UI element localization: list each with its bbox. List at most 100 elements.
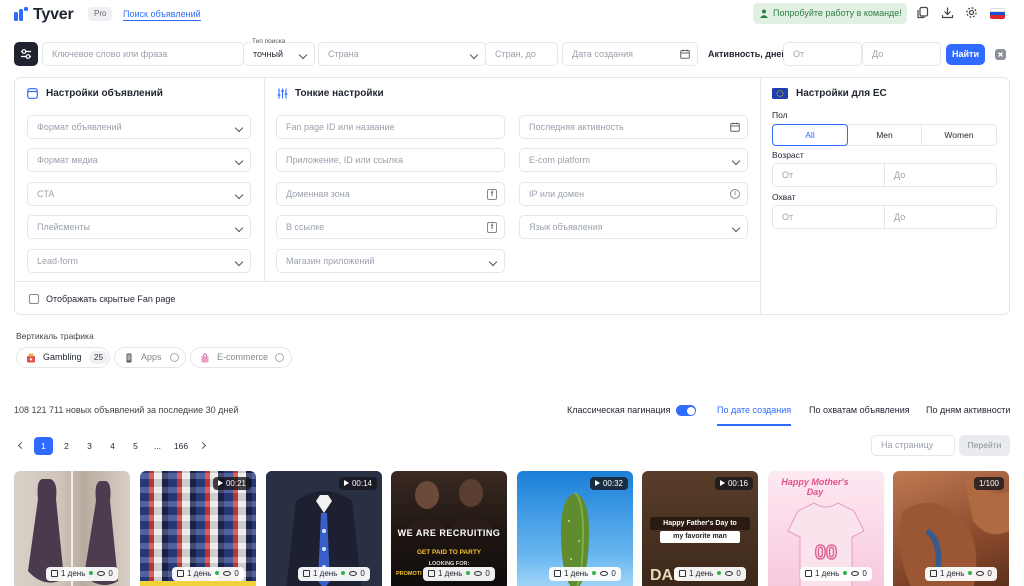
logo-icon	[14, 7, 28, 21]
ad-card-age: 1 день	[61, 569, 86, 578]
show-hidden-fanpage-label: Отображать скрытые Fan page	[46, 294, 176, 304]
lead-form-select[interactable]: Lead-form	[27, 249, 251, 273]
language-flag-icon[interactable]	[990, 8, 1005, 19]
show-hidden-fanpage-checkbox[interactable]	[29, 294, 39, 304]
chevron-down-icon	[234, 257, 244, 267]
media-format-select[interactable]: Формат медиа	[27, 148, 251, 172]
ad-card[interactable]: 00:21 1 день 0	[140, 471, 256, 586]
ad-card[interactable]: Happy Father's Day to my favorite man DA…	[642, 471, 758, 586]
try-team-button[interactable]: Попробуйте работу в команде!	[753, 3, 907, 24]
created-date-placeholder: Дата создания	[572, 49, 633, 59]
svg-text:00: 00	[815, 542, 837, 564]
calendar-icon	[177, 570, 184, 577]
download-icon[interactable]	[941, 6, 954, 19]
active-status-dot	[592, 571, 597, 575]
ad-card[interactable]: WE ARE RECRUITING GET PAID TO PARTY LOOK…	[391, 471, 507, 586]
copy-icon[interactable]	[916, 6, 929, 19]
last-activity-input[interactable]: Последняя активность	[519, 115, 748, 139]
sort-tab-reach[interactable]: По охватам объявления	[809, 405, 910, 415]
close-icon	[998, 52, 1003, 57]
nav-ad-search-link[interactable]: Поиск объявлений	[123, 9, 201, 21]
plan-badge: Pro	[88, 7, 113, 21]
ad-card-meta: 1 день 0	[423, 567, 495, 581]
ad-language-label: Язык объявления	[529, 222, 603, 232]
activity-from-input[interactable]: От	[783, 42, 862, 66]
eye-icon	[725, 571, 734, 576]
ad-card[interactable]: CLASSIC 00:14 1 день0	[266, 471, 382, 586]
traffic-chip-label: Apps	[141, 352, 162, 362]
page-last[interactable]: 166	[170, 437, 192, 455]
in-link-input[interactable]: В ссылке f	[276, 215, 505, 239]
page-2[interactable]: 2	[57, 437, 76, 455]
country-select[interactable]: Страна	[318, 42, 486, 66]
filters-toggle-button[interactable]	[14, 42, 38, 66]
placements-select[interactable]: Плейсменты	[27, 215, 251, 239]
active-status-dot	[341, 571, 346, 575]
sort-tab-created[interactable]: По дате создания	[717, 405, 791, 415]
ip-domain-input[interactable]: IP или домен i	[519, 182, 748, 206]
activity-to-input[interactable]: До	[862, 42, 941, 66]
fine-settings-title: Тонкие настройки	[295, 88, 384, 99]
goto-page-input[interactable]: На страницу	[871, 435, 955, 456]
reach-from-input[interactable]: От	[772, 205, 885, 229]
brand-name[interactable]: Tyver	[33, 6, 74, 24]
traffic-chip-ecommerce[interactable]: E-commerce	[190, 347, 292, 368]
sliders-icon	[21, 49, 31, 59]
in-link-placeholder: В ссылке	[286, 222, 325, 232]
sort-tab-activity[interactable]: По дням активности	[926, 405, 1010, 415]
fanpage-id-input[interactable]: Fan page ID или название	[276, 115, 505, 139]
page-4[interactable]: 4	[103, 437, 122, 455]
play-icon	[217, 480, 223, 486]
clear-filters-button[interactable]	[995, 49, 1006, 60]
age-to-input[interactable]: До	[884, 163, 997, 187]
ad-format-select[interactable]: Формат объявлений	[27, 115, 251, 139]
active-status-dot	[466, 571, 471, 575]
clock-icon	[275, 353, 284, 362]
age-from-input[interactable]: От	[772, 163, 885, 187]
country-count-input[interactable]: Стран, до	[485, 42, 558, 66]
active-status-dot	[968, 571, 973, 575]
gender-option-all[interactable]: All	[772, 124, 848, 146]
app-store-select[interactable]: Магазин приложений	[276, 249, 505, 273]
search-type-select[interactable]: точный	[243, 42, 315, 66]
gear-icon[interactable]	[965, 6, 978, 19]
calendar-icon	[805, 570, 812, 577]
prev-page-icon[interactable]	[17, 441, 26, 450]
ad-card-meta: 1 день 0	[298, 567, 370, 581]
gender-option-women[interactable]: Women	[921, 124, 997, 146]
goto-page-button[interactable]: Перейти	[959, 435, 1010, 456]
page-1[interactable]: 1	[34, 437, 53, 455]
traffic-chip-label: Gambling	[43, 352, 82, 362]
ad-card-subcaption: my favorite man	[673, 533, 727, 540]
traffic-chip-gambling[interactable]: Gambling 25	[16, 347, 110, 368]
domain-zone-placeholder: Доменная зона	[286, 189, 350, 199]
classic-pagination-toggle[interactable]	[676, 405, 696, 416]
ad-card[interactable]: 1/100 1 день 0	[893, 471, 1009, 586]
page-3[interactable]: 3	[80, 437, 99, 455]
ad-card-meta: 1 день 0	[549, 567, 621, 581]
find-button[interactable]: Найти	[946, 44, 985, 65]
ad-card-age: 1 день	[689, 569, 714, 578]
traffic-chip-apps[interactable]: Apps	[114, 347, 186, 368]
ad-language-select[interactable]: Язык объявления	[519, 215, 748, 239]
gender-option-men[interactable]: Men	[847, 124, 922, 146]
chevron-down-icon	[731, 223, 741, 233]
reach-to-input[interactable]: До	[884, 205, 997, 229]
calendar-icon	[554, 570, 561, 577]
cta-select[interactable]: CTA	[27, 182, 251, 206]
next-page-icon[interactable]	[198, 441, 207, 450]
play-icon	[594, 480, 600, 486]
page-5[interactable]: 5	[126, 437, 145, 455]
info-icon[interactable]: i	[730, 189, 740, 199]
ad-card-caption: Happy Mother's Day	[781, 477, 849, 497]
domain-zone-input[interactable]: Доменная зона f	[276, 182, 505, 206]
ad-card[interactable]: 00:32 1 день 0	[517, 471, 633, 586]
keyword-input[interactable]: Ключевое слово или фраза	[42, 42, 244, 66]
created-date-input[interactable]: Дата создания	[562, 42, 698, 66]
try-team-label: Попробуйте работу в команде!	[773, 8, 902, 18]
ad-card[interactable]: 1 день 0	[14, 471, 130, 586]
ecom-platform-select[interactable]: E-com platform	[519, 148, 748, 172]
eye-icon	[474, 571, 483, 576]
ad-card[interactable]: 00 Happy Mother's Day 1 день 0	[768, 471, 884, 586]
app-id-input[interactable]: Приложение, ID или ссылка	[276, 148, 505, 172]
